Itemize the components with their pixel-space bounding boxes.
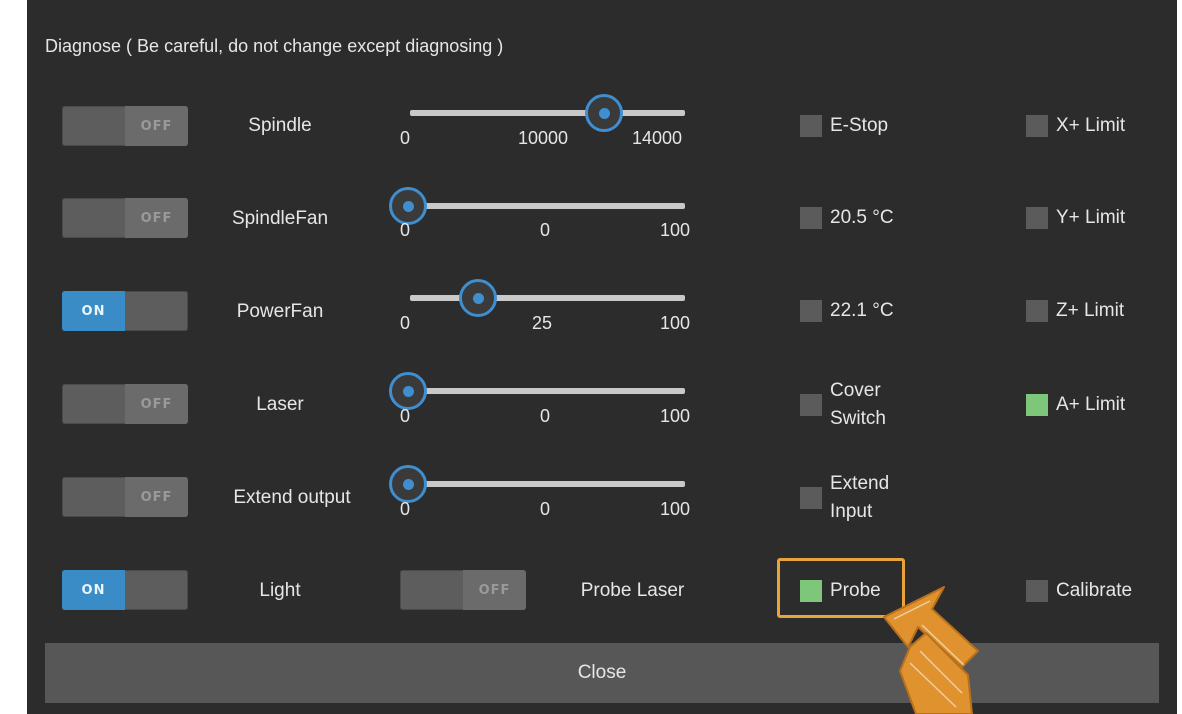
slider-min-label: 0 (400, 406, 411, 426)
slider-max-label: 14000 (632, 128, 683, 148)
slider-min-label: 0 (400, 499, 411, 519)
spindle-slider-thumb[interactable] (585, 94, 623, 132)
laser-slider-thumb[interactable] (389, 372, 427, 410)
indicator-box (800, 207, 822, 229)
indicator-label: Cover Switch (830, 380, 886, 429)
indicator-label: A+ Limit (1056, 394, 1126, 415)
calibrate-indicator[interactable]: Calibrate (1026, 580, 1132, 602)
powerfan-label: PowerFan (236, 301, 324, 322)
spindle-toggle[interactable]: OFF (62, 106, 188, 146)
indicator-box (1026, 300, 1048, 322)
slider-value-label: 25 (532, 313, 553, 333)
indicator-label: Z+ Limit (1056, 300, 1125, 321)
indicator-box (800, 394, 822, 416)
laser-toggle[interactable]: OFF (62, 384, 188, 424)
indicator-box (1026, 394, 1048, 416)
probe-laser-label: Probe Laser (580, 580, 685, 601)
indicator-label: X+ Limit (1056, 115, 1126, 136)
y-limit-indicator[interactable]: Y+ Limit (1026, 207, 1125, 229)
x-limit-indicator[interactable]: X+ Limit (1026, 115, 1125, 137)
slider-max-label: 100 (660, 406, 691, 426)
indicator-box (800, 487, 822, 509)
z-limit-indicator[interactable]: Z+ Limit (1026, 300, 1124, 322)
indicator-label: Extend Input (830, 473, 890, 522)
indicator-box (1026, 207, 1048, 229)
temp-1-indicator[interactable]: 20.5 °C (800, 207, 894, 229)
cover-switch-indicator[interactable]: Cover Switch (800, 377, 886, 433)
spindlefan-toggle[interactable]: OFF (62, 198, 188, 238)
toggle-state: ON (62, 570, 125, 610)
slider-max-label: 100 (660, 220, 691, 240)
toggle-state: ON (62, 291, 125, 331)
toggle-state: OFF (463, 570, 526, 610)
spindlefan-slider-track[interactable] (410, 203, 685, 209)
indicator-box (1026, 580, 1048, 602)
slider-min-label: 0 (400, 313, 411, 333)
indicator-label: 20.5 °C (830, 207, 894, 228)
toggle-state: OFF (125, 198, 188, 238)
slider-max-label: 100 (660, 313, 691, 333)
pointer-arrow-icon (883, 586, 979, 714)
slider-value-label: 0 (540, 406, 551, 426)
laser-label: Laser (256, 394, 304, 415)
slider-value-label: 0 (540, 220, 551, 240)
indicator-label: E-Stop (830, 115, 889, 136)
extend-output-label: Extend output (233, 487, 351, 508)
spindlefan-label: SpindleFan (231, 208, 329, 229)
dialog-title: Diagnose ( Be careful, do not change exc… (45, 36, 504, 56)
extend-input-indicator[interactable]: Extend Input (800, 470, 889, 526)
laser-slider-track[interactable] (410, 388, 685, 394)
toggle-state: OFF (125, 106, 188, 146)
slider-value-label: 0 (540, 499, 551, 519)
slider-max-label: 100 (660, 499, 691, 519)
spindle-slider-track[interactable] (410, 110, 685, 116)
extend-output-slider-thumb[interactable] (389, 465, 427, 503)
slider-min-label: 0 (400, 220, 411, 240)
toggle-state: OFF (125, 477, 188, 517)
toggle-state: OFF (125, 384, 188, 424)
slider-min-label: 0 (400, 128, 411, 148)
indicator-label: 22.1 °C (830, 300, 894, 321)
powerfan-slider-thumb[interactable] (459, 279, 497, 317)
probe-laser-toggle[interactable]: OFF (400, 570, 526, 610)
close-button[interactable]: Close (45, 643, 1159, 703)
extend-output-toggle[interactable]: OFF (62, 477, 188, 517)
indicator-label: Calibrate (1056, 580, 1133, 601)
slider-value-label: 10000 (518, 128, 569, 148)
a-limit-indicator[interactable]: A+ Limit (1026, 394, 1125, 416)
spindle-label: Spindle (248, 115, 312, 136)
light-label: Light (259, 580, 301, 601)
powerfan-slider-track[interactable] (410, 295, 685, 301)
estop-indicator[interactable]: E-Stop (800, 115, 888, 137)
powerfan-toggle[interactable]: ON (62, 291, 188, 331)
indicator-box (800, 300, 822, 322)
temp-2-indicator[interactable]: 22.1 °C (800, 300, 894, 322)
close-label: Close (577, 662, 627, 683)
indicator-label: Y+ Limit (1056, 207, 1126, 228)
indicator-box (800, 115, 822, 137)
extend-output-slider-track[interactable] (410, 481, 685, 487)
light-toggle[interactable]: ON (62, 570, 188, 610)
indicator-box (1026, 115, 1048, 137)
